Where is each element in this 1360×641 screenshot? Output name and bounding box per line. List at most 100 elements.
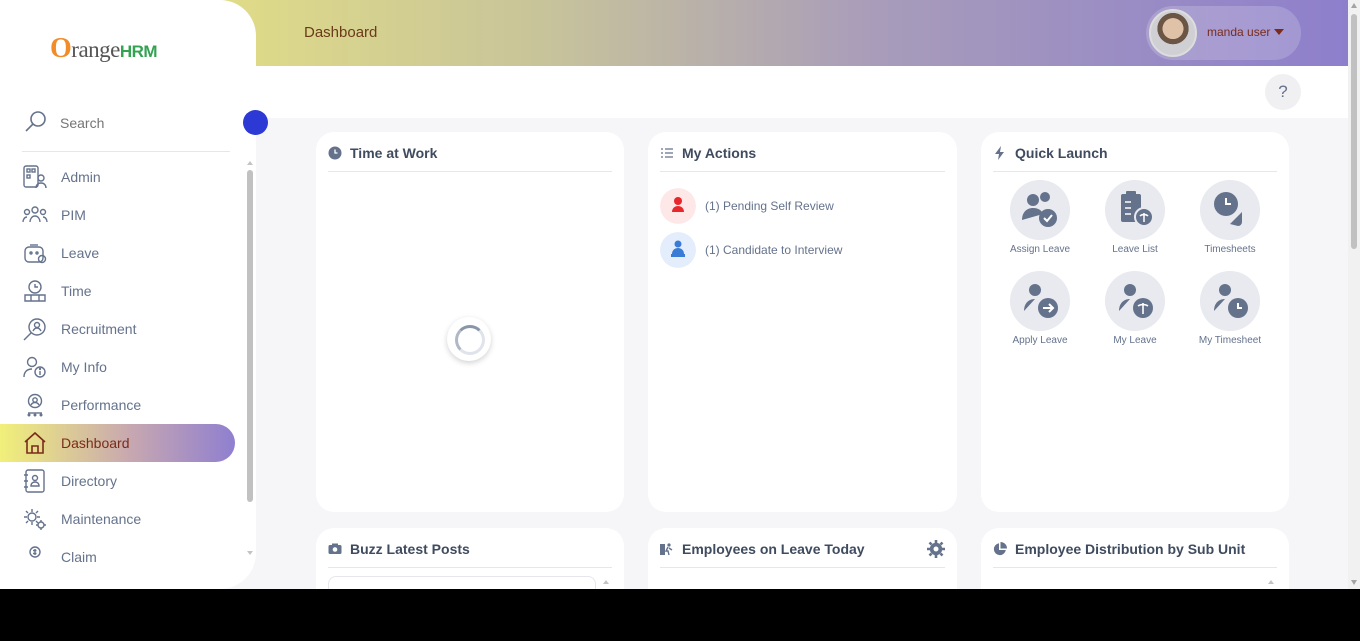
scrollbar-thumb[interactable] xyxy=(1351,14,1357,249)
card-header: Time at Work xyxy=(328,144,612,172)
recruitment-icon xyxy=(23,318,46,341)
pim-icon xyxy=(22,206,48,223)
sidebar-item-admin[interactable]: Admin xyxy=(0,158,235,196)
sidebar-toggle-button[interactable] xyxy=(243,110,268,135)
sidebar-item-pim[interactable]: PIM xyxy=(0,196,235,234)
my-timesheet-icon xyxy=(1200,271,1260,331)
quick-launch-label: My Leave xyxy=(1113,335,1157,346)
sidebar-item-recruitment[interactable]: Recruitment xyxy=(0,310,235,348)
sidebar-item-label: Claim xyxy=(61,549,97,563)
leave-walk-icon xyxy=(660,543,673,556)
interview-icon xyxy=(660,232,696,268)
apply-leave-icon xyxy=(1010,271,1070,331)
caret-down-icon[interactable] xyxy=(1274,29,1284,35)
sidebar-item-claim[interactable]: Claim xyxy=(0,538,235,563)
performance-icon xyxy=(27,393,43,417)
leave-icon xyxy=(24,244,47,264)
leave-list-icon xyxy=(1105,180,1165,240)
sidebar-item-label: Time xyxy=(61,283,92,299)
sidebar-item-label: PIM xyxy=(61,207,86,223)
search-icon xyxy=(25,111,46,132)
sidebar-item-directory[interactable]: Directory xyxy=(0,462,235,500)
card-title: Employee Distribution by Sub Unit xyxy=(1015,541,1246,557)
quick-launch-timesheets[interactable]: Timesheets xyxy=(1185,180,1275,260)
help-button[interactable]: ? xyxy=(1265,74,1301,110)
admin-icon xyxy=(23,165,47,189)
sidebar-item-label: Dashboard xyxy=(61,435,130,451)
sidebar-item-time[interactable]: Time xyxy=(0,272,235,310)
quick-launch-my-timesheet[interactable]: My Timesheet xyxy=(1185,271,1275,351)
sidebar-item-dashboard[interactable]: Dashboard xyxy=(0,424,235,462)
sidebar-menu: Admin PIM Leave Time Recruitment My Info xyxy=(0,158,245,563)
user-name[interactable]: manda user xyxy=(1207,25,1270,39)
card-title: Employees on Leave Today xyxy=(682,541,865,557)
time-at-work-card: Time at Work xyxy=(316,132,624,512)
sidebar-item-label: Leave xyxy=(61,245,100,261)
quick-launch-apply-leave[interactable]: Apply Leave xyxy=(995,271,1085,351)
loading-spinner xyxy=(447,317,491,361)
my-actions-card: My Actions (1) Pending Self Review (1) C… xyxy=(648,132,957,512)
scrollbar-thumb[interactable] xyxy=(247,170,253,502)
gear-icon[interactable] xyxy=(927,540,945,558)
buzz-scrollbar[interactable] xyxy=(602,576,610,589)
search-box xyxy=(22,110,230,152)
quick-launch-my-leave[interactable]: My Leave xyxy=(1090,271,1180,351)
search-input[interactable] xyxy=(60,115,220,131)
scroll-down-icon[interactable] xyxy=(1351,580,1357,585)
sidebar-scrollbar[interactable] xyxy=(245,158,255,563)
sidebar-item-label: My Info xyxy=(61,359,107,375)
scroll-up-icon[interactable] xyxy=(247,161,253,165)
card-title: Buzz Latest Posts xyxy=(350,541,470,557)
distribution-scrollbar[interactable] xyxy=(1267,576,1275,589)
action-candidate-to-interview[interactable]: (1) Candidate to Interview xyxy=(660,232,940,268)
sidebar-item-performance[interactable]: Performance xyxy=(0,386,235,424)
sidebar-item-label: Recruitment xyxy=(61,321,137,337)
buzz-card: Buzz Latest Posts xyxy=(316,528,624,589)
quick-launch-leave-list[interactable]: Leave List xyxy=(1090,180,1180,260)
timesheets-icon xyxy=(1200,180,1260,240)
card-header: Employee Distribution by Sub Unit xyxy=(993,540,1277,568)
sidebar-item-my-info[interactable]: My Info xyxy=(0,348,235,386)
sidebar: OrangeHRM Admin PIM Leave Time xyxy=(0,0,268,589)
maintenance-icon xyxy=(24,509,46,530)
brand-logo[interactable]: OrangeHRM xyxy=(50,33,158,65)
quick-launch-label: Apply Leave xyxy=(1012,335,1068,346)
sidebar-item-label: Maintenance xyxy=(61,511,142,527)
action-label[interactable]: (1) Pending Self Review xyxy=(705,199,834,213)
home-icon xyxy=(24,431,46,454)
scroll-down-icon[interactable] xyxy=(247,551,253,555)
avatar[interactable] xyxy=(1149,9,1197,57)
app-window: Dashboard manda user ? OrangeHRM Admin xyxy=(0,0,1360,589)
card-header: Employees on Leave Today xyxy=(660,540,945,568)
clock-icon xyxy=(328,146,342,160)
action-pending-self-review[interactable]: (1) Pending Self Review xyxy=(660,188,940,224)
camera-icon xyxy=(328,543,342,554)
employee-distribution-card: Employee Distribution by Sub Unit xyxy=(981,528,1289,589)
card-header: My Actions xyxy=(660,144,945,172)
claim-icon xyxy=(29,546,41,558)
card-title: My Actions xyxy=(682,145,757,161)
sidebar-item-maintenance[interactable]: Maintenance xyxy=(0,500,235,538)
list-icon xyxy=(661,148,673,158)
scroll-up-icon[interactable] xyxy=(603,580,609,584)
action-label[interactable]: (1) Candidate to Interview xyxy=(705,243,842,257)
sidebar-item-leave[interactable]: Leave xyxy=(0,234,235,272)
page-title: Dashboard xyxy=(304,24,378,41)
my-info-icon xyxy=(23,356,46,378)
directory-icon xyxy=(24,469,45,493)
self-review-icon xyxy=(660,188,696,224)
sub-header xyxy=(256,66,1348,118)
scroll-up-icon[interactable] xyxy=(1268,580,1274,584)
buzz-post[interactable] xyxy=(328,576,596,589)
quick-launch-assign-leave[interactable]: Assign Leave xyxy=(995,180,1085,260)
sidebar-item-label: Directory xyxy=(61,473,118,489)
user-menu[interactable]: manda user xyxy=(1146,6,1301,60)
card-header: Quick Launch xyxy=(993,144,1277,172)
sidebar-item-label: Performance xyxy=(61,397,142,413)
lightning-icon xyxy=(995,146,1004,160)
assign-leave-icon xyxy=(1010,180,1070,240)
page-scrollbar[interactable] xyxy=(1348,0,1360,589)
quick-launch-label: Timesheets xyxy=(1204,244,1256,255)
my-leave-icon xyxy=(1105,271,1165,331)
scroll-up-icon[interactable] xyxy=(1351,3,1357,8)
